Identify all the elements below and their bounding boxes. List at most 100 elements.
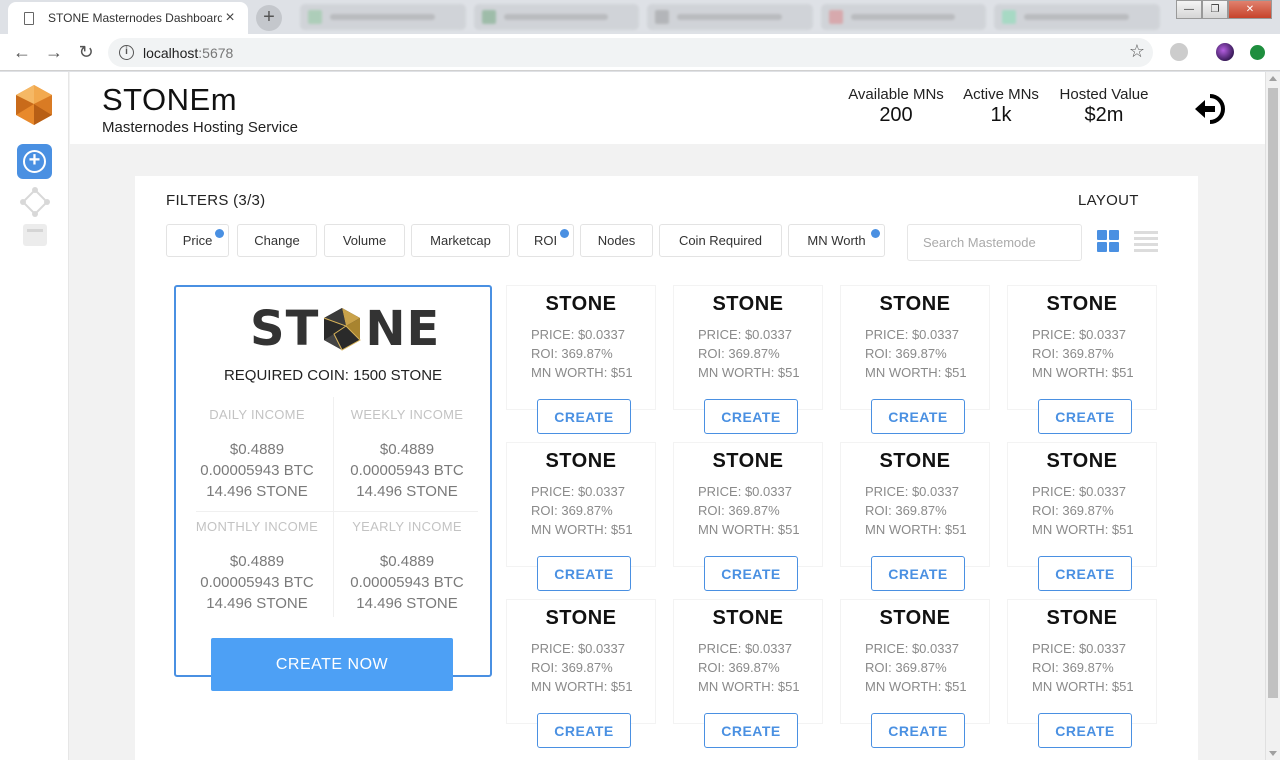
card-coin-name: STONE — [879, 450, 951, 472]
card-price: PRICE: $0.0337 — [865, 484, 959, 499]
card-roi: ROI: 369.87% — [531, 346, 613, 361]
create-button[interactable]: CREATE — [1038, 713, 1132, 748]
scroll-down-icon[interactable] — [1269, 751, 1277, 756]
filter-chip-roi[interactable]: ROI — [517, 224, 574, 257]
filter-chip-price[interactable]: Price — [166, 224, 229, 257]
create-button[interactable]: CREATE — [1038, 556, 1132, 591]
card-mn-worth: MN WORTH: $51 — [698, 365, 800, 380]
forward-icon[interactable]: → — [42, 41, 66, 65]
monthly-income: MONTHLY INCOME $0.4889 0.00005943 BTC 14… — [195, 519, 319, 612]
card-icon[interactable] — [23, 224, 47, 246]
masternode-card: STONE PRICE: $0.0337 ROI: 369.87% MN WORTH:… — [506, 599, 656, 724]
card-roi: ROI: 369.87% — [1032, 346, 1114, 361]
background-tab[interactable] — [473, 4, 640, 30]
filter-chip-marketcap[interactable]: Marketcap — [411, 224, 510, 257]
grid-layout-icon[interactable] — [1097, 230, 1119, 252]
create-button[interactable]: CREATE — [537, 713, 631, 748]
background-tab[interactable] — [820, 4, 987, 30]
create-button[interactable]: CREATE — [704, 713, 798, 748]
search-input[interactable] — [907, 224, 1082, 261]
url-text: localhost:5678 — [143, 45, 234, 61]
address-bar: ← → ↻ i localhost:5678 ☆ — [0, 34, 1280, 71]
create-button[interactable]: CREATE — [704, 556, 798, 591]
masternodes-panel: FILTERS (3/3) LAYOUT Price Change Volume… — [135, 176, 1198, 760]
featured-masternode-card: ST NE REQUIRED COIN: 1500 STONE DAILY IN… — [174, 285, 492, 677]
divider — [196, 511, 478, 512]
create-button[interactable]: CREATE — [537, 399, 631, 434]
masternode-card: STONE PRICE: $0.0337 ROI: 369.87% MN WORTH:… — [840, 599, 990, 724]
filter-chip-nodes[interactable]: Nodes — [580, 224, 653, 257]
stat-hosted-value: Hosted Value $2m — [1059, 86, 1149, 126]
logo-hex-icon[interactable] — [14, 84, 54, 126]
scroll-up-icon[interactable] — [1269, 76, 1277, 81]
card-price: PRICE: $0.0337 — [1032, 484, 1126, 499]
card-mn-worth: MN WORTH: $51 — [698, 679, 800, 694]
filter-chip-coin-required[interactable]: Coin Required — [659, 224, 782, 257]
logout-icon[interactable] — [1193, 92, 1227, 126]
card-roi: ROI: 369.87% — [865, 346, 947, 361]
create-button[interactable]: CREATE — [871, 556, 965, 591]
card-coin-name: STONE — [545, 607, 617, 629]
filter-chip-mn-worth[interactable]: MN Worth — [788, 224, 885, 257]
browser-tab-active[interactable]: STONE Masternodes Dashboard × — [8, 2, 248, 34]
card-price: PRICE: $0.0337 — [865, 641, 959, 656]
extension-icon[interactable] — [1170, 43, 1188, 61]
star-icon[interactable]: ☆ — [1129, 41, 1145, 62]
active-filter-dot — [871, 229, 880, 238]
masternode-card: STONE PRICE: $0.0337 ROI: 369.87% MN WORTH:… — [506, 285, 656, 410]
card-mn-worth: MN WORTH: $51 — [1032, 679, 1134, 694]
create-button[interactable]: CREATE — [537, 556, 631, 591]
brand-subtitle: Masternodes Hosting Service — [102, 119, 298, 136]
background-tab[interactable] — [994, 4, 1160, 30]
list-layout-icon[interactable] — [1134, 231, 1158, 253]
add-circle-icon: + — [23, 150, 46, 173]
masternode-card: STONE PRICE: $0.0337 ROI: 369.87% MN WORTH:… — [840, 285, 990, 410]
profile-avatar[interactable] — [1216, 43, 1234, 61]
create-button[interactable]: CREATE — [871, 713, 965, 748]
update-icon[interactable] — [1250, 45, 1265, 60]
card-coin-name: STONE — [879, 607, 951, 629]
page-scrollbar[interactable] — [1265, 72, 1280, 760]
add-masternode-button[interactable]: + — [17, 144, 52, 179]
url-field[interactable]: i localhost:5678 ☆ — [108, 38, 1153, 67]
nodes-icon[interactable] — [20, 187, 50, 217]
filter-chip-change[interactable]: Change — [237, 224, 317, 257]
back-icon[interactable]: ← — [10, 41, 34, 65]
card-price: PRICE: $0.0337 — [531, 484, 625, 499]
card-coin-name: STONE — [879, 293, 951, 315]
tab-close-icon[interactable]: × — [222, 9, 238, 27]
masternode-card: STONE PRICE: $0.0337 ROI: 369.87% MN WORTH:… — [506, 442, 656, 567]
create-button[interactable]: CREATE — [871, 399, 965, 434]
maximize-icon[interactable]: ❐ — [1202, 0, 1228, 19]
masternode-card: STONE PRICE: $0.0337 ROI: 369.87% MN WORTH:… — [673, 285, 823, 410]
minimize-icon[interactable]: — — [1176, 0, 1202, 19]
info-icon[interactable]: i — [119, 45, 134, 60]
card-price: PRICE: $0.0337 — [698, 484, 792, 499]
card-price: PRICE: $0.0337 — [865, 327, 959, 342]
card-coin-name: STONE — [712, 450, 784, 472]
create-now-button[interactable]: CREATE NOW — [211, 638, 453, 691]
tab-title: STONE Masternodes Dashboard — [48, 11, 222, 25]
app-root: + STONEm Masternodes Hosting Service Ava… — [0, 72, 1265, 760]
card-mn-worth: MN WORTH: $51 — [531, 522, 633, 537]
card-mn-worth: MN WORTH: $51 — [698, 522, 800, 537]
card-roi: ROI: 369.87% — [698, 503, 780, 518]
create-button[interactable]: CREATE — [1038, 399, 1132, 434]
background-tabs — [300, 4, 1160, 30]
close-window-icon[interactable]: ✕ — [1228, 0, 1272, 19]
masternode-card: STONE PRICE: $0.0337 ROI: 369.87% MN WORTH:… — [673, 599, 823, 724]
masternode-card: STONE PRICE: $0.0337 ROI: 369.87% MN WORTH:… — [1007, 599, 1157, 724]
stone-gem-icon — [324, 308, 362, 351]
background-tab[interactable] — [647, 4, 813, 30]
background-tab[interactable] — [300, 4, 466, 30]
create-button[interactable]: CREATE — [704, 399, 798, 434]
filter-chip-volume[interactable]: Volume — [324, 224, 405, 257]
card-coin-name: STONE — [1046, 607, 1118, 629]
new-tab-button[interactable]: + — [256, 5, 282, 31]
brand-title: STONEm — [102, 82, 238, 117]
coin-logo: ST NE — [250, 301, 441, 357]
scroll-thumb[interactable] — [1268, 88, 1278, 698]
reload-icon[interactable]: ↻ — [74, 41, 98, 65]
layout-title: LAYOUT — [1078, 192, 1139, 209]
card-roi: ROI: 369.87% — [1032, 660, 1114, 675]
